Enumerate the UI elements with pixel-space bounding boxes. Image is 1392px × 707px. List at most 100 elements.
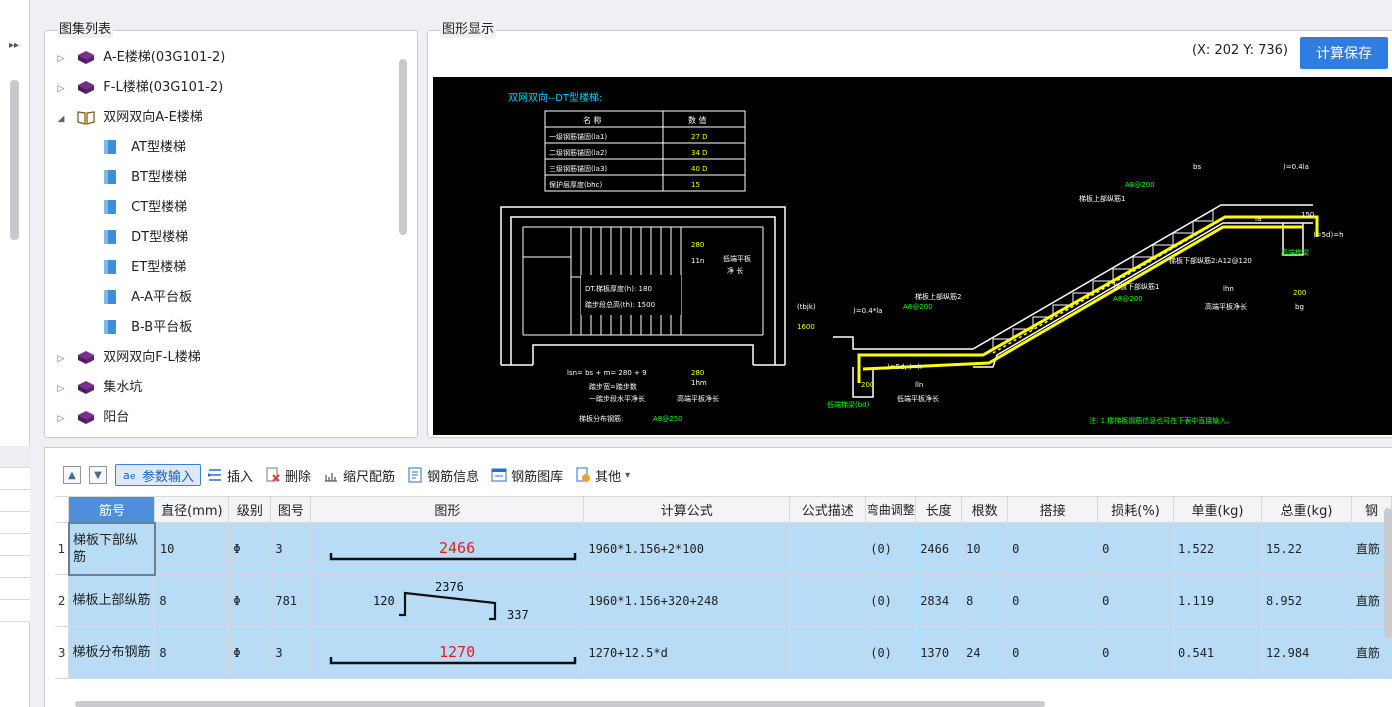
bar-name-cell[interactable]: 梯板分布钢筋	[68, 626, 156, 679]
diameter-cell[interactable]: 10	[154, 522, 230, 575]
bend-adjust-cell[interactable]: (0)	[865, 574, 917, 627]
tree-node-dual-fl-stair[interactable]: ▷ 双网双向F-L楼梯	[53, 343, 225, 373]
tree-node-bt-stair[interactable]: BT型楼梯	[53, 163, 225, 193]
collapse-arrow-icon[interactable]: ◢	[53, 104, 69, 134]
length-cell[interactable]: 1370	[915, 626, 963, 679]
tree-node-ct-stair[interactable]: CT型楼梯	[53, 193, 225, 223]
col-formula[interactable]: 计算公式	[583, 496, 791, 523]
figure-no-cell[interactable]: 3	[270, 522, 312, 575]
bar-name-cell[interactable]: 梯板下部纵筋	[67, 521, 156, 576]
table-row[interactable]: 1 梯板下部纵筋 10 Φ 3 2466 1960*1.156+2*100 (0…	[55, 521, 1392, 576]
unit-weight-cell[interactable]: 1.522	[1173, 522, 1262, 575]
expand-arrow-icon[interactable]: ▷	[53, 74, 69, 104]
bend-adjust-cell[interactable]: (0)	[865, 522, 917, 575]
diameter-cell[interactable]: 8	[154, 574, 230, 627]
scale-rebar-button[interactable]: 缩尺配筋	[317, 463, 401, 487]
col-grade[interactable]: 级别	[228, 496, 272, 523]
move-up-icon[interactable]: ▲	[63, 466, 81, 484]
col-bend-adjust[interactable]: 弯曲调整	[865, 496, 917, 523]
rebar-info-button[interactable]: 钢筋信息	[401, 463, 485, 487]
lap-cell[interactable]: 0	[1007, 574, 1099, 627]
tree-node-dt-stair[interactable]: DT型楼梯	[53, 223, 251, 253]
formula-desc-cell[interactable]	[789, 522, 867, 575]
tree-node-sump-pit[interactable]: ▷ 集水坑	[53, 373, 225, 403]
tree-scrollbar[interactable]	[399, 59, 407, 235]
col-diameter[interactable]: 直径(mm)	[154, 496, 230, 523]
stair-drawing-canvas[interactable]: 双网双向--DT型楼梯: 名 称 数 值 一级钢筋锚固(la1) 27 D 二级…	[433, 77, 1392, 435]
rebar-library-button[interactable]: 钢筋图库	[485, 463, 569, 487]
tree-node-et-stair[interactable]: ET型楼梯	[53, 253, 225, 283]
unit-weight-cell[interactable]: 0.541	[1173, 626, 1262, 679]
bar-name-cell[interactable]: 梯板上部纵筋	[68, 574, 156, 627]
tree-node-balcony[interactable]: ▷ 阳台	[53, 403, 225, 433]
grade-cell[interactable]: Φ	[228, 574, 272, 627]
diameter-cell[interactable]: 8	[154, 626, 230, 679]
col-loss[interactable]: 损耗(%)	[1097, 496, 1175, 523]
table-vertical-scrollbar[interactable]	[1384, 508, 1392, 638]
unit-weight-cell[interactable]: 1.119	[1173, 574, 1262, 627]
table-row[interactable]: 2 梯板上部纵筋 8 Φ 781 120 2376 337 1960*1.156…	[55, 574, 1392, 627]
calculate-save-button[interactable]: 计算保存	[1300, 37, 1388, 69]
loss-cell[interactable]: 0	[1097, 626, 1175, 679]
drawing-display-panel: 图形显示 (X: 202 Y: 736) 计算保存 双网双向--DT型楼梯: 名…	[427, 22, 1392, 438]
lap-cell[interactable]: 0	[1007, 522, 1099, 575]
tree-node-label: F-L楼梯(03G101-2)	[103, 80, 224, 95]
col-lap[interactable]: 搭接	[1007, 496, 1099, 523]
figure-no-cell[interactable]: 3	[270, 626, 312, 679]
total-weight-cell[interactable]: 8.952	[1260, 574, 1352, 627]
svg-text:DT.梯板厚度(h): 180: DT.梯板厚度(h): 180	[585, 284, 652, 293]
shape-cell[interactable]: 1270	[310, 626, 585, 679]
formula-cell[interactable]: 1960*1.156+2*100	[583, 522, 791, 575]
tree-node-aa-platform[interactable]: A-A平台板	[53, 283, 225, 313]
col-unit-weight[interactable]: 单重(kg)	[1173, 496, 1262, 523]
move-down-icon[interactable]: ▼	[89, 466, 107, 484]
length-cell[interactable]: 2834	[915, 574, 963, 627]
expand-arrow-icon[interactable]: ▷	[53, 374, 69, 404]
shape-cell[interactable]: 120 2376 337	[310, 574, 585, 627]
col-length[interactable]: 长度	[915, 496, 963, 523]
col-count[interactable]: 根数	[961, 496, 1009, 523]
tree-node-at-stair[interactable]: AT型楼梯	[53, 133, 225, 163]
count-cell[interactable]: 24	[961, 626, 1009, 679]
length-cell[interactable]: 2466	[915, 522, 963, 575]
count-cell[interactable]: 8	[961, 574, 1009, 627]
svg-text:15: 15	[691, 181, 700, 189]
other-menu-button[interactable]: 其他 ▾	[569, 463, 636, 487]
table-horizontal-scrollbar[interactable]	[75, 701, 1045, 707]
grade-cell[interactable]: Φ	[228, 522, 272, 575]
col-bar-no[interactable]: 筋号	[68, 496, 156, 523]
expand-arrow-icon[interactable]: ▷	[53, 404, 69, 434]
count-cell[interactable]: 10	[961, 522, 1009, 575]
param-input-button[interactable]: ae 参数输入	[115, 464, 202, 486]
delete-button[interactable]: 删除	[259, 463, 317, 487]
figure-no-cell[interactable]: 781	[270, 574, 312, 627]
expand-arrow-icon[interactable]: ▷	[53, 344, 69, 374]
total-weight-cell[interactable]: 12.984	[1260, 626, 1352, 679]
left-scrollbar[interactable]	[10, 80, 19, 240]
svg-text:280: 280	[691, 241, 704, 249]
table-row[interactable]: 3 梯板分布钢筋 8 Φ 3 1270 1270+12.5*d (0) 1370…	[55, 626, 1392, 679]
tree-node-bb-platform[interactable]: B-B平台板	[53, 313, 225, 343]
col-figure-no[interactable]: 图号	[270, 496, 312, 523]
lap-cell[interactable]: 0	[1007, 626, 1099, 679]
svg-text:梯板分布钢筋:: 梯板分布钢筋:	[579, 414, 623, 423]
grade-cell[interactable]: Φ	[228, 626, 272, 679]
expand-arrow-icon[interactable]: ▷	[53, 44, 69, 74]
formula-desc-cell[interactable]	[789, 626, 867, 679]
formula-desc-cell[interactable]	[789, 574, 867, 627]
col-total-weight[interactable]: 总重(kg)	[1260, 496, 1352, 523]
expand-panel-button[interactable]: ▸▸	[0, 34, 28, 58]
shape-cell[interactable]: 2466	[310, 522, 585, 575]
total-weight-cell[interactable]: 15.22	[1260, 522, 1352, 575]
loss-cell[interactable]: 0	[1097, 522, 1175, 575]
bend-adjust-cell[interactable]: (0)	[865, 626, 917, 679]
tree-node-fl-stair[interactable]: ▷ F-L楼梯(03G101-2)	[53, 73, 225, 103]
tree-node-ae-stair[interactable]: ▷ A-E楼梯(03G101-2)	[53, 43, 226, 74]
tree-node-dual-ae-stair[interactable]: ◢ 双网双向A-E楼梯	[53, 103, 225, 133]
formula-cell[interactable]: 1960*1.156+320+248	[583, 574, 791, 627]
col-shape[interactable]: 图形	[310, 496, 585, 523]
formula-cell[interactable]: 1270+12.5*d	[583, 626, 791, 679]
col-formula-desc[interactable]: 公式描述	[789, 496, 867, 523]
insert-button[interactable]: 插入	[201, 463, 259, 487]
loss-cell[interactable]: 0	[1097, 574, 1175, 627]
